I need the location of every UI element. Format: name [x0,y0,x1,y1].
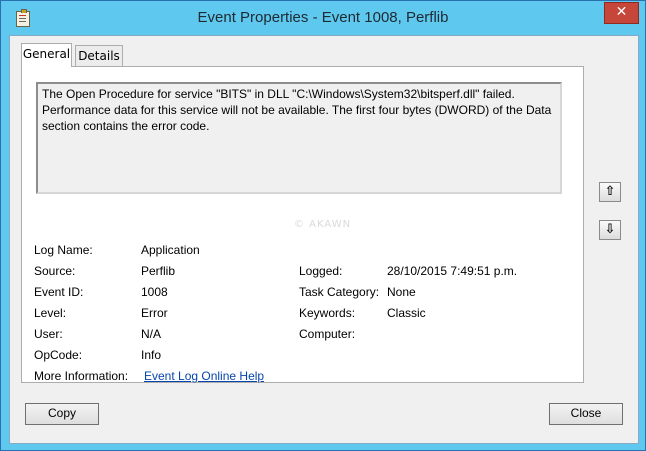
event-description-box[interactable]: The Open Procedure for service "BITS" in… [36,82,562,194]
watermark: © AKAWN [294,219,352,230]
opcode-label: OpCode: [34,348,83,362]
level-value: Error [141,306,168,320]
source-label: Source: [34,264,76,278]
previous-event-button[interactable]: ⇧ [599,182,621,202]
level-label: Level: [34,306,67,320]
logged-value: 28/10/2015 7:49:51 p.m. [387,264,518,278]
window-close-button[interactable]: ✕ [604,2,639,24]
task-category-label: Task Category: [299,285,380,299]
logged-label: Logged: [299,264,343,278]
general-tab-panel: The Open Procedure for service "BITS" in… [21,66,584,383]
log-name-value: Application [141,243,200,257]
next-event-button[interactable]: ⇩ [599,220,621,240]
keywords-value: Classic [387,306,426,320]
opcode-value: Info [141,348,162,362]
event-log-online-help-link[interactable]: Event Log Online Help [144,369,264,383]
tab-general[interactable]: General [21,43,72,67]
event-id-value: 1008 [141,285,168,299]
arrow-down-icon: ⇩ [604,222,616,237]
close-button[interactable]: Close [549,403,623,425]
task-category-value: None [387,285,416,299]
source-value: Perflib [141,264,176,278]
title-bar[interactable]: Event Properties - Event 1008, Perflib ✕ [1,1,645,35]
event-properties-window: Event Properties - Event 1008, Perflib ✕… [0,0,646,451]
user-value: N/A [141,327,162,341]
more-information-label: More Information: [34,369,129,383]
dialog-client-area: General Details The Open Procedure for s… [9,35,639,444]
window-title: Event Properties - Event 1008, Perflib [197,9,449,26]
computer-label: Computer: [299,327,356,341]
user-label: User: [34,327,63,341]
event-id-label: Event ID: [34,285,84,299]
arrow-up-icon: ⇧ [604,184,616,199]
keywords-label: Keywords: [299,306,356,320]
copy-button[interactable]: Copy [25,403,99,425]
log-name-label: Log Name: [34,243,93,257]
tab-details[interactable]: Details [75,45,123,66]
